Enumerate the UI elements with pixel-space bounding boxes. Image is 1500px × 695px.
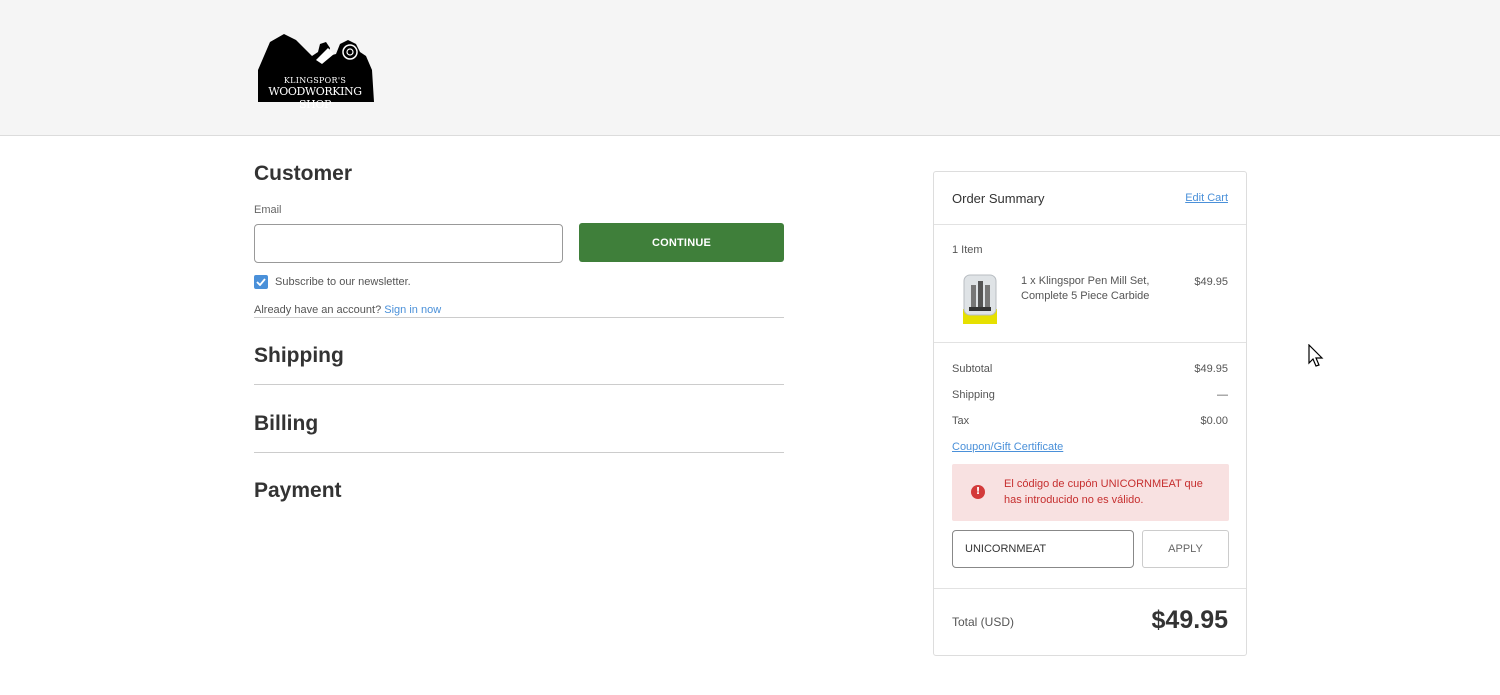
shipping-value: — xyxy=(1217,389,1228,401)
edit-cart-link[interactable]: Edit Cart xyxy=(1185,192,1228,204)
summary-divider xyxy=(934,224,1246,225)
order-summary-title: Order Summary xyxy=(952,191,1045,206)
store-logo[interactable]: KLINGSPOR'S WOODWORKING SHOP xyxy=(256,30,376,111)
apply-coupon-button[interactable]: APPLY xyxy=(1142,530,1229,568)
checkmark-icon xyxy=(256,278,266,286)
continue-button[interactable]: CONTINUE xyxy=(579,223,784,262)
coupon-error-message: El código de cupón UNICORNMEAT que has i… xyxy=(1004,478,1203,506)
shipping-label: Shipping xyxy=(952,389,995,401)
sign-in-link[interactable]: Sign in now xyxy=(384,304,441,316)
account-prompt: Already have an account? Sign in now xyxy=(254,304,441,316)
summary-divider xyxy=(934,588,1246,589)
coupon-code-input[interactable] xyxy=(952,530,1134,568)
subtotal-label: Subtotal xyxy=(952,363,993,375)
email-field[interactable] xyxy=(254,224,563,263)
coupon-error-alert: ! El código de cupón UNICORNMEAT que has… xyxy=(952,464,1229,521)
site-header: KLINGSPOR'S WOODWORKING SHOP xyxy=(0,0,1500,136)
logo-line-1: KLINGSPOR'S xyxy=(283,76,347,85)
billing-heading[interactable]: Billing xyxy=(254,412,318,436)
section-divider xyxy=(254,452,784,453)
section-divider xyxy=(254,384,784,385)
order-summary: Order Summary Edit Cart 1 Item 1 x Kling… xyxy=(933,171,1247,656)
tax-label: Tax xyxy=(952,415,970,427)
tax-value: $0.00 xyxy=(1200,415,1228,427)
subscribe-label: Subscribe to our newsletter. xyxy=(275,276,411,288)
account-text: Already have an account? xyxy=(254,304,382,316)
email-label: Email xyxy=(254,204,282,216)
item-count: 1 Item xyxy=(952,244,983,256)
customer-heading: Customer xyxy=(254,162,353,185)
coupon-gift-certificate-link[interactable]: Coupon/Gift Certificate xyxy=(952,441,1063,453)
section-divider xyxy=(254,317,784,318)
logo-line-2: WOODWORKING SHOP xyxy=(268,85,362,111)
mouse-cursor-icon xyxy=(1308,343,1324,373)
total-label: Total (USD) xyxy=(952,615,1015,629)
subscribe-checkbox[interactable] xyxy=(254,275,268,289)
shipping-heading[interactable]: Shipping xyxy=(254,344,344,368)
pen-mill-product-image xyxy=(963,274,997,324)
item-price: $49.95 xyxy=(1194,276,1228,288)
item-name: 1 x Klingspor Pen Mill Set, Complete 5 P… xyxy=(1021,275,1150,302)
subtotal-value: $49.95 xyxy=(1194,363,1228,375)
product-thumbnail xyxy=(961,271,999,325)
payment-heading[interactable]: Payment xyxy=(254,479,342,503)
total-value: $49.95 xyxy=(1151,606,1228,634)
summary-divider xyxy=(934,342,1246,343)
error-icon: ! xyxy=(971,485,985,499)
